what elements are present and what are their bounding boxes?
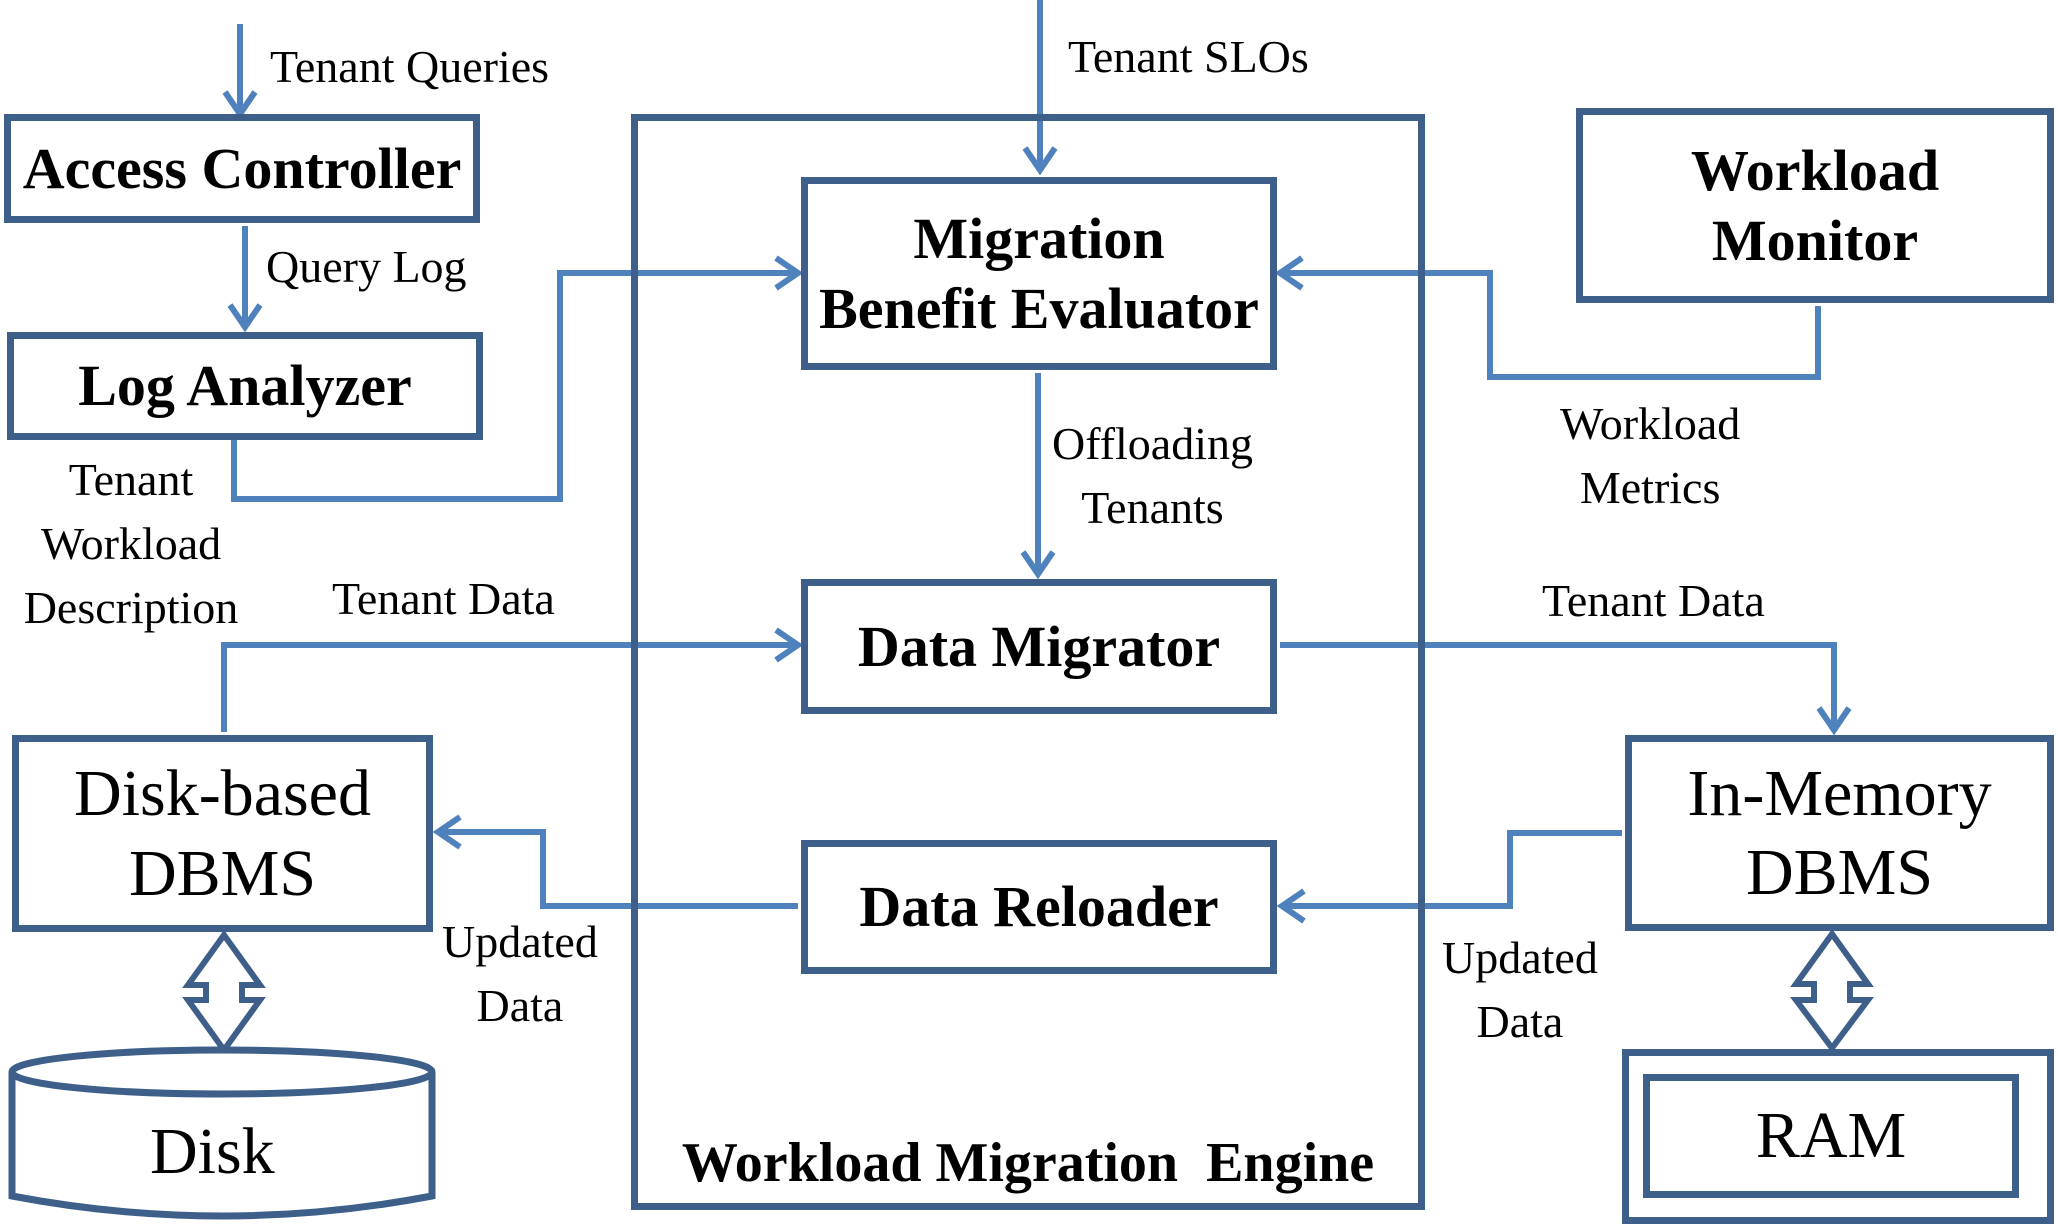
data-migrator-label: Data Migrator xyxy=(857,613,1221,679)
label-twd-line3: Description xyxy=(23,582,239,633)
access-controller-box[interactable]: Access Controller xyxy=(4,114,480,223)
in-memory-line2: DBMS xyxy=(1745,836,1934,909)
label-tenant-data-left: Tenant Data xyxy=(332,573,555,624)
label-updated-data-right: Updated Data xyxy=(1442,926,1598,1054)
log-analyzer-box[interactable]: Log Analyzer xyxy=(7,332,483,440)
workload-monitor-box[interactable]: Workload Monitor xyxy=(1576,108,2054,303)
data-reloader-box[interactable]: Data Reloader xyxy=(801,840,1277,974)
disk-based-dbms-box[interactable]: Disk-based DBMS xyxy=(12,735,433,932)
label-offloading-line1: Offloading xyxy=(1052,418,1254,469)
bidirectional-arrow-disk xyxy=(182,929,266,1056)
label-workload-metrics: Workload Metrics xyxy=(1560,392,1740,520)
bidirectional-arrow-ram xyxy=(1790,928,1874,1053)
label-updated-right-line2: Data xyxy=(1476,996,1564,1047)
log-analyzer-label: Log Analyzer xyxy=(78,353,412,419)
label-updated-right-line1: Updated xyxy=(1442,932,1598,983)
workload-monitor-line2: Monitor xyxy=(1711,207,1919,273)
ram-label: RAM xyxy=(1755,1099,1907,1173)
label-metrics-line1: Workload xyxy=(1560,398,1741,449)
in-memory-dbms-box[interactable]: In-Memory DBMS xyxy=(1625,735,2054,931)
label-tenant-data-right: Tenant Data xyxy=(1542,575,1765,626)
access-controller-label: Access Controller xyxy=(22,135,462,201)
migration-benefit-evaluator-box[interactable]: Migration Benefit Evaluator xyxy=(801,177,1277,370)
label-tenant-slos: Tenant SLOs xyxy=(1068,31,1309,82)
label-tenant-workload-description: Tenant Workload Description xyxy=(6,448,256,640)
disk-dbms-line2: DBMS xyxy=(128,836,317,910)
architecture-diagram: Workload Migration Engine Access Control… xyxy=(0,0,2058,1228)
disk-label: Disk xyxy=(150,1115,275,1188)
disk-dbms-line1: Disk-based xyxy=(74,757,371,831)
label-updated-left-line2: Data xyxy=(476,980,564,1031)
label-tenant-queries: Tenant Queries xyxy=(270,41,550,92)
workload-monitor-line1: Workload xyxy=(1690,137,1940,203)
data-reloader-label: Data Reloader xyxy=(859,874,1219,940)
label-offloading-tenants: Offloading Tenants xyxy=(1052,412,1253,540)
mbe-label-line2: Benefit Evaluator xyxy=(819,275,1259,341)
engine-title: Workload Migration Engine xyxy=(681,1132,1375,1194)
label-query-log: Query Log xyxy=(266,241,467,292)
label-updated-left-line1: Updated xyxy=(442,916,598,967)
mbe-label-line1: Migration xyxy=(913,205,1165,271)
label-twd-line2: Workload xyxy=(40,518,222,569)
ram-box[interactable]: RAM xyxy=(1643,1074,2019,1198)
label-offloading-line2: Tenants xyxy=(1081,482,1224,533)
label-metrics-line2: Metrics xyxy=(1579,462,1721,513)
in-memory-line1: In-Memory xyxy=(1687,756,1992,830)
label-twd-line1: Tenant xyxy=(68,454,194,505)
data-migrator-box[interactable]: Data Migrator xyxy=(801,579,1277,714)
label-updated-data-left: Updated Data xyxy=(442,910,598,1038)
